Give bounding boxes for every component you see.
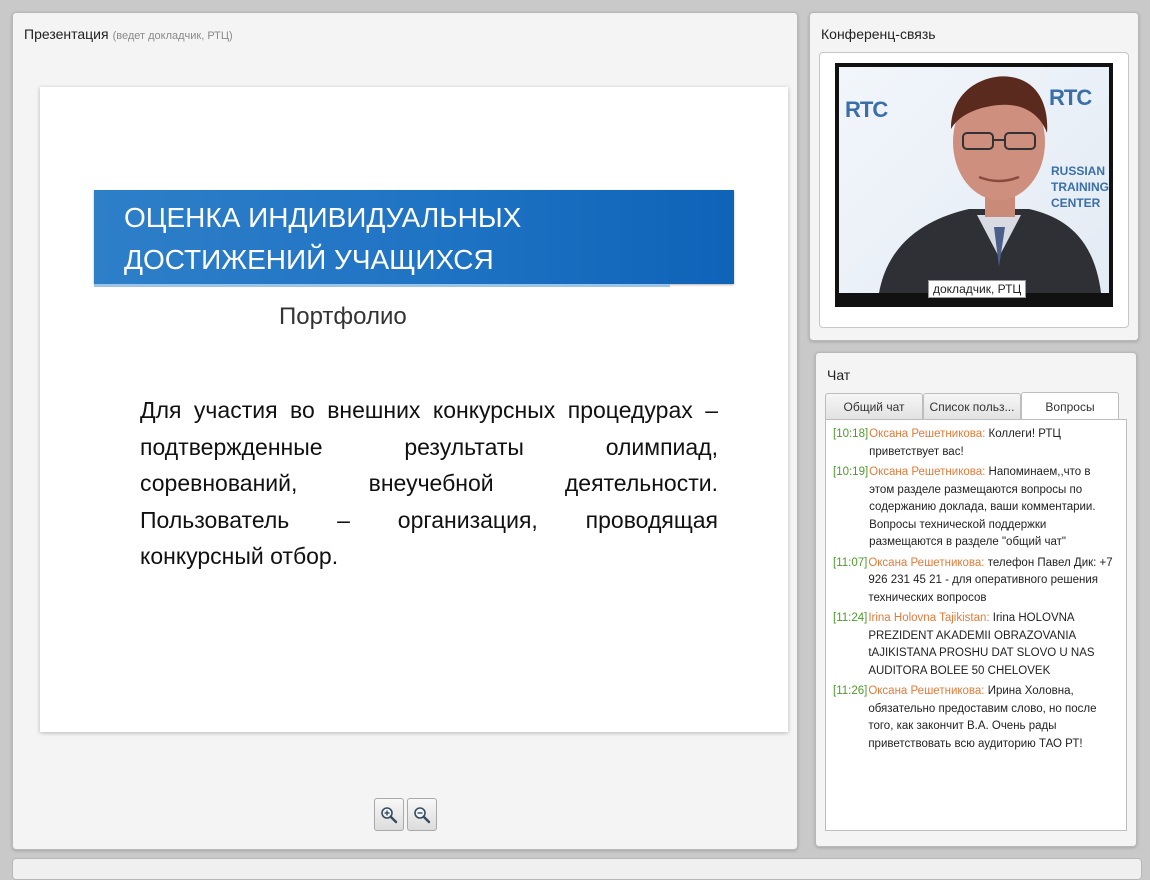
chat-message-list[interactable]: [10:18] Оксана Решетникова: Коллеги! РТЦ… — [825, 419, 1127, 831]
message-content: Irina Holovna Tajikistan: Irina HOLOVNA … — [868, 610, 1118, 680]
presentation-panel: Презентация (ведет докладчик, РТЦ) ОЦЕНКА… — [12, 12, 798, 850]
message-time: [10:19] — [833, 466, 869, 478]
video-stream[interactable]: RTC RTC RUSSIAN TRAINING CENTER докладчи… — [835, 63, 1113, 307]
slide-banner-underline — [94, 284, 670, 287]
slide-title: ОЦЕНКА ИНДИВИДУАЛЬНЫХ ДОСТИЖЕНИЙ УЧАЩИХС… — [124, 202, 522, 275]
tab-user-list[interactable]: Список польз... — [923, 393, 1021, 419]
video-backdrop: RTC RTC RUSSIAN TRAINING CENTER — [839, 67, 1109, 293]
message-content: Оксана Решетникова: Напоминаем,,что в эт… — [869, 464, 1118, 552]
chat-title: Чат — [827, 367, 851, 383]
message-author: Оксана Решетникова: — [869, 428, 986, 440]
video-frame: RTC RTC RUSSIAN TRAINING CENTER докладчи… — [819, 52, 1129, 328]
conference-title: Конференц-связь — [821, 26, 936, 42]
speaker-figure — [879, 76, 1101, 293]
chat-message: [11:24] Irina Holovna Tajikistan: Irina … — [833, 610, 1118, 680]
message-author: Оксана Решетникова: — [868, 685, 985, 697]
slide-subtitle: Портфолио — [279, 303, 407, 330]
chat-message: [10:19] Оксана Решетникова: Напоминаем,,… — [833, 464, 1118, 552]
chat-message: [10:18] Оксана Решетникова: Коллеги! РТЦ… — [833, 426, 1118, 461]
presentation-slide: ОЦЕНКА ИНДИВИДУАЛЬНЫХ ДОСТИЖЕНИЙ УЧАЩИХС… — [40, 87, 788, 732]
chat-message: [11:26] Оксана Решетникова: Ирина Холовн… — [833, 683, 1118, 753]
zoom-out-button[interactable] — [407, 798, 437, 831]
message-author: Оксана Решетникова: — [868, 556, 985, 569]
message-time: [11:07] — [833, 556, 868, 569]
tab-questions[interactable]: Вопросы — [1021, 392, 1119, 420]
chat-panel: Чат Общий чат Список польз... Вопросы [1… — [815, 352, 1137, 847]
message-author: Оксана Решетникова: — [869, 466, 986, 478]
presentation-title: Презентация — [24, 26, 109, 42]
message-content: Оксана Решетникова: Коллеги! РТЦ приветс… — [869, 426, 1118, 461]
bottom-toolbar — [12, 858, 1142, 880]
presentation-presenter-note: (ведет докладчик, РТЦ) — [112, 30, 233, 42]
conference-panel: Конференц-связь RTC RTC RUSSIAN TRAINING… — [809, 12, 1139, 341]
slide-body-text: Для участия во внешних конкурсных процед… — [140, 397, 718, 569]
zoom-in-button[interactable] — [374, 798, 404, 831]
tab-general-chat[interactable]: Общий чат — [825, 393, 923, 419]
zoom-out-icon — [414, 806, 431, 823]
chat-message: [11:07] Оксана Решетникова: телефон Паве… — [833, 555, 1118, 608]
message-content: Оксана Решетникова: Ирина Холовна, обяза… — [868, 683, 1118, 753]
message-author: Irina Holovna Tajikistan: — [868, 612, 990, 624]
message-time: [11:24] — [833, 612, 868, 624]
presentation-header: Презентация (ведет докладчик, РТЦ) — [24, 26, 233, 42]
message-content: Оксана Решетникова: телефон Павел Дик: +… — [868, 555, 1118, 608]
video-caption: докладчик, РТЦ — [928, 280, 1027, 298]
message-text: Напоминаем,,что в этом разделе размещают… — [869, 466, 1096, 548]
message-time: [10:18] — [833, 428, 869, 440]
message-time: [11:26] — [833, 685, 868, 697]
zoom-in-icon — [381, 806, 398, 823]
